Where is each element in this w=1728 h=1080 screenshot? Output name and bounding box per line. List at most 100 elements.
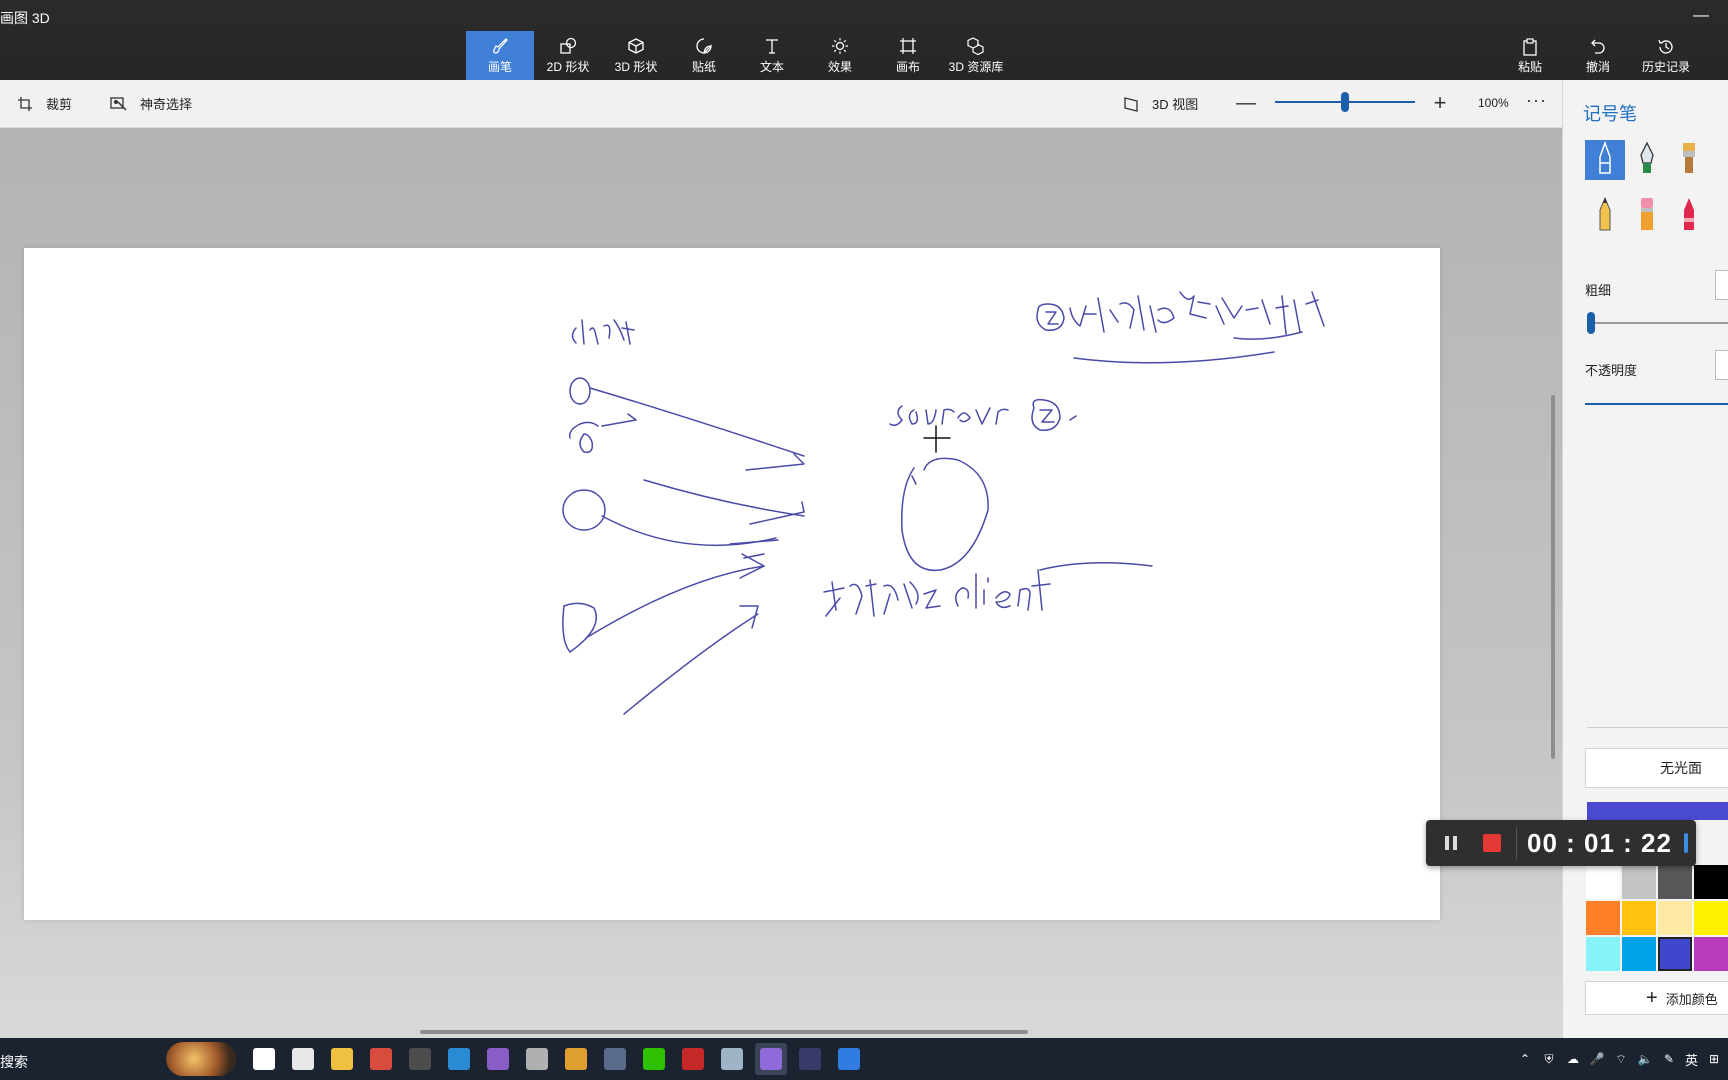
- vertical-scrollbar[interactable]: [1551, 395, 1555, 759]
- taskbar: 搜索 ⌃ ⛨ ☁ 🎤 ⌔ 🔈 ✎ 英 ⊞: [0, 1038, 1728, 1080]
- calculator-icon[interactable]: [599, 1043, 631, 1075]
- tab-stickers[interactable]: 贴纸: [670, 31, 738, 80]
- tab-label: 2D 形状: [546, 60, 590, 74]
- task-view-icon[interactable]: [248, 1043, 280, 1075]
- ink-stroke: [623, 613, 759, 715]
- brush-pencil[interactable]: [1585, 196, 1625, 236]
- ink-stroke: [889, 405, 1009, 427]
- opacity-slider[interactable]: [1585, 403, 1728, 405]
- text-icon: [762, 37, 782, 55]
- store-icon[interactable]: [287, 1043, 319, 1075]
- file-explorer-icon[interactable]: [326, 1043, 358, 1075]
- current-color[interactable]: [1587, 802, 1728, 820]
- tab-3d-library[interactable]: 3D 资源库: [942, 31, 1010, 80]
- sublime-icon[interactable]: [404, 1043, 436, 1075]
- crayon-icon: [1677, 196, 1701, 237]
- color-swatch[interactable]: [1657, 864, 1693, 900]
- recorder-marker: [1683, 833, 1688, 853]
- 3d-view-button[interactable]: 3D 视图: [1122, 94, 1198, 113]
- stop-button[interactable]: [1476, 820, 1508, 866]
- tab-2d-shapes[interactable]: 2D 形状: [534, 31, 602, 80]
- color-swatch[interactable]: [1621, 864, 1657, 900]
- microphone-icon[interactable]: 🎤: [1589, 1051, 1605, 1067]
- ime-mode-icon[interactable]: ⊞: [1706, 1051, 1722, 1067]
- recording-time: 00 : 01 : 22: [1527, 827, 1672, 858]
- tab-label: 3D 形状: [614, 60, 658, 74]
- photos-icon-glyph: [721, 1048, 743, 1070]
- photos-icon[interactable]: [716, 1043, 748, 1075]
- crop-label: 裁剪: [46, 97, 73, 112]
- finish-label: 无光面: [1660, 760, 1702, 776]
- finish-dropdown[interactable]: 无光面: [1585, 748, 1728, 788]
- chevron-up-icon[interactable]: ⌃: [1517, 1051, 1533, 1067]
- recorder-icon-glyph: [682, 1048, 704, 1070]
- file-explorer-icon-glyph: [331, 1048, 353, 1070]
- color-swatch[interactable]: [1657, 900, 1693, 936]
- visual-studio-icon[interactable]: [482, 1043, 514, 1075]
- brush-crayon[interactable]: [1669, 196, 1709, 236]
- zoom-slider-thumb[interactable]: [1341, 92, 1349, 112]
- search-highlight-image[interactable]: [166, 1042, 236, 1076]
- pause-button[interactable]: [1426, 820, 1476, 866]
- pen-icon[interactable]: ✎: [1661, 1051, 1677, 1067]
- add-color-button[interactable]: + 添加颜色: [1585, 981, 1728, 1015]
- horizontal-scrollbar[interactable]: [420, 1030, 1028, 1034]
- opacity-input[interactable]: [1715, 350, 1728, 380]
- chrome-icon[interactable]: [365, 1043, 397, 1075]
- tab-brushes[interactable]: 画笔: [466, 31, 534, 80]
- tab-3d-shapes[interactable]: 3D 形状: [602, 31, 670, 80]
- color-swatch[interactable]: [1621, 936, 1657, 972]
- volume-icon[interactable]: 🔈: [1637, 1051, 1653, 1067]
- color-swatch[interactable]: [1693, 936, 1728, 972]
- color-swatch[interactable]: [1693, 900, 1728, 936]
- brush-oil[interactable]: [1669, 140, 1709, 180]
- brush-calligraphy[interactable]: [1627, 140, 1667, 180]
- zoom-in-button[interactable]: +: [1430, 90, 1450, 116]
- zoom-out-button[interactable]: —: [1236, 92, 1256, 115]
- paint3d-icon[interactable]: [755, 1043, 787, 1075]
- tab-effects[interactable]: 效果: [806, 31, 874, 80]
- thickness-slider-track[interactable]: [1587, 322, 1728, 324]
- color-swatch[interactable]: [1585, 936, 1621, 972]
- paste-button[interactable]: 粘贴: [1496, 38, 1564, 75]
- crop-button[interactable]: 裁剪: [16, 94, 72, 113]
- screen-recorder: 00 : 01 : 22: [1426, 820, 1696, 866]
- brush-eraser[interactable]: [1627, 196, 1667, 236]
- color-swatch[interactable]: [1585, 900, 1621, 936]
- color-swatch[interactable]: [1657, 936, 1693, 972]
- tab-canvas[interactable]: 画布: [874, 31, 942, 80]
- history-button[interactable]: 历史记录: [1632, 38, 1700, 75]
- undo-button[interactable]: 撤消: [1564, 38, 1632, 75]
- vmware-icon[interactable]: [560, 1043, 592, 1075]
- terminal-icon[interactable]: [794, 1043, 826, 1075]
- security-icon[interactable]: ⛨: [1541, 1051, 1557, 1067]
- crop-icon: [16, 95, 34, 113]
- ime-indicator[interactable]: 英: [1685, 1050, 1698, 1069]
- tab-label: 文本: [759, 60, 784, 74]
- magic-select-button[interactable]: 神奇选择: [110, 94, 192, 113]
- more-options-button[interactable]: ···: [1526, 90, 1547, 111]
- store-icon-glyph: [292, 1048, 314, 1070]
- feishu-icon[interactable]: [833, 1043, 865, 1075]
- taskbar-search[interactable]: 搜索: [0, 1052, 28, 1072]
- recorder-icon[interactable]: [677, 1043, 709, 1075]
- wechat-icon[interactable]: [638, 1043, 670, 1075]
- app-title: 画图 3D: [0, 10, 50, 26]
- color-swatch[interactable]: [1693, 864, 1728, 900]
- drawing-canvas[interactable]: [24, 248, 1440, 920]
- ink-stroke: [562, 489, 606, 531]
- color-swatch[interactable]: [1585, 864, 1621, 900]
- thickness-slider-thumb[interactable]: [1587, 312, 1595, 334]
- thickness-input[interactable]: [1715, 270, 1728, 300]
- vscode-icon[interactable]: [443, 1043, 475, 1075]
- paste-label: 粘贴: [1517, 60, 1542, 74]
- app-icon[interactable]: [521, 1043, 553, 1075]
- brush-marker[interactable]: [1585, 140, 1625, 180]
- minimize-button[interactable]: —: [1686, 4, 1716, 28]
- cloud-icon[interactable]: ☁: [1565, 1051, 1581, 1067]
- network-icon[interactable]: ⌔: [1613, 1051, 1629, 1067]
- color-swatch[interactable]: [1621, 900, 1657, 936]
- tab-text[interactable]: 文本: [738, 31, 806, 80]
- chrome-icon-glyph: [370, 1048, 392, 1070]
- ink-stroke: [749, 501, 805, 525]
